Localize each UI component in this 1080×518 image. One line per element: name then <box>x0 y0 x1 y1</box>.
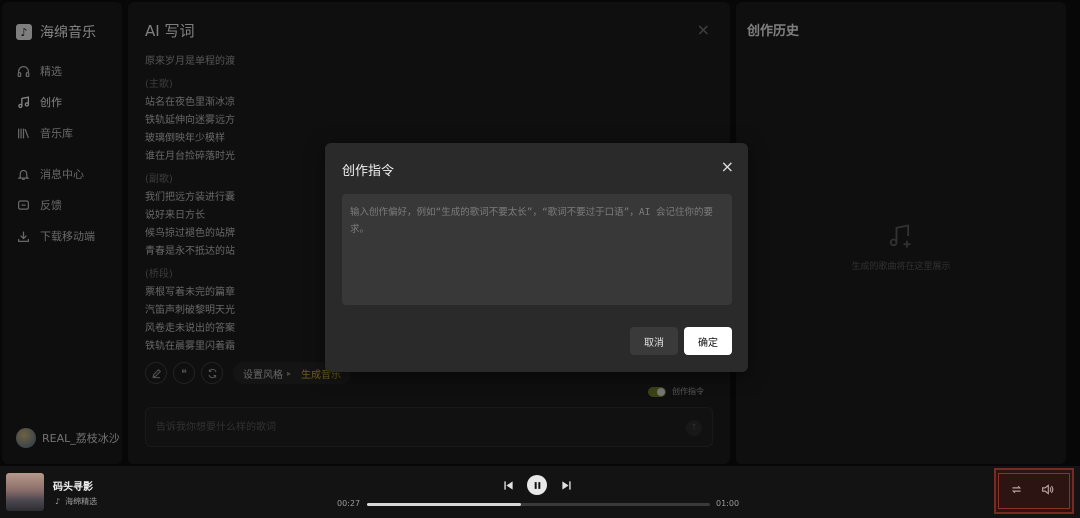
cancel-button[interactable]: 取消 <box>630 327 678 355</box>
song-source: ♪ 海绵精选 <box>55 496 97 507</box>
command-textarea[interactable] <box>342 194 732 305</box>
confirm-button[interactable]: 确定 <box>684 327 732 355</box>
music-note-icon: ♪ <box>55 497 61 506</box>
creation-command-dialog: 创作指令 × 取消 确定 <box>325 143 748 372</box>
player-bar: 码头寻影 ♪ 海绵精选 00:27 01:00 <box>0 466 1080 518</box>
progress-bar[interactable] <box>367 503 710 506</box>
stamp-inner <box>998 473 1070 509</box>
previous-track-button[interactable] <box>500 476 516 494</box>
pause-button[interactable] <box>527 475 547 495</box>
progress-fill <box>367 503 522 506</box>
close-icon[interactable]: × <box>721 157 734 176</box>
next-track-button[interactable] <box>558 476 574 494</box>
watermark-stamp <box>994 468 1074 514</box>
song-source-label: 海绵精选 <box>65 497 98 506</box>
total-time: 01:00 <box>716 499 740 508</box>
song-title[interactable]: 码头寻影 <box>53 478 93 493</box>
current-time: 00:27 <box>337 499 361 508</box>
album-cover[interactable] <box>6 473 44 511</box>
dialog-title: 创作指令 <box>342 164 395 179</box>
